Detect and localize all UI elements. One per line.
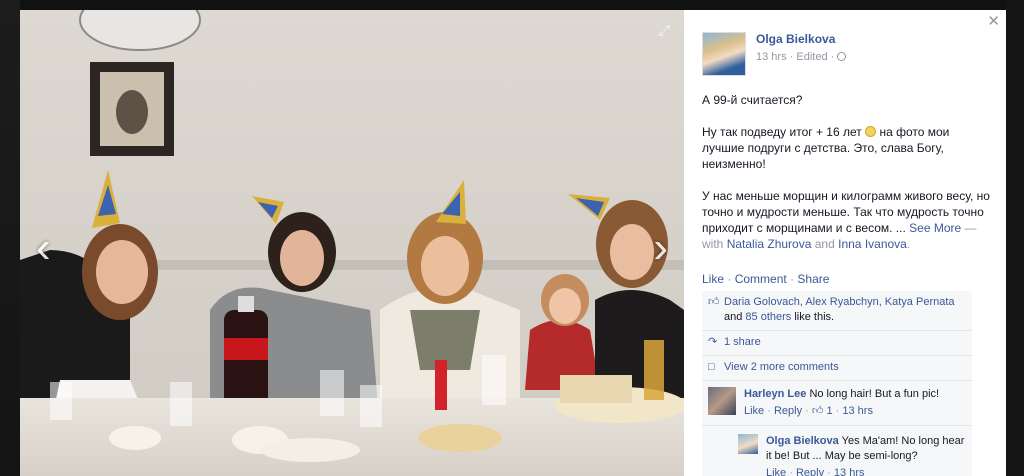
comment-timestamp[interactable]: 13 hrs [842, 405, 873, 417]
edited-label[interactable]: Edited [796, 51, 827, 63]
comment-like-count-icon[interactable]: 👍︎ [812, 405, 824, 417]
likes-and-label: and [724, 311, 743, 323]
next-photo-arrow-icon[interactable]: › [653, 226, 668, 270]
likes-summary: 👍︎ Daria Golovach, Alex Ryabchyn, Katya … [702, 291, 972, 331]
reply-item: Olga Bielkova Yes Ma'am! No long hear it… [738, 434, 972, 476]
post-paragraph-2: Ну так подведу итог + 16 лет на фото мои… [702, 124, 992, 172]
reply-author-name-link[interactable]: Olga Bielkova [766, 435, 839, 447]
meta-separator: · [767, 405, 774, 417]
comment-content: Harleyn Lee No long hair! But a fun pic!… [744, 387, 939, 419]
meta-separator: · [789, 467, 796, 476]
likers-names-link[interactable]: Daria Golovach, Alex Ryabchyn, Katya Per… [724, 296, 955, 308]
reply-like-link[interactable]: Like [766, 467, 786, 476]
reply-meta: Like · Reply · 13 hrs [766, 466, 966, 476]
comment-reply-link[interactable]: Reply [774, 405, 802, 417]
post-meta: 13 hrs · Edited · [756, 51, 847, 63]
likes-suffix: like this. [794, 311, 835, 323]
meta-separator: · [830, 51, 838, 63]
tagged-friend-2[interactable]: Inna Ivanova [838, 237, 907, 251]
feedback-box: 👍︎ Daria Golovach, Alex Ryabchyn, Katya … [702, 291, 972, 476]
commenter-avatar[interactable] [708, 387, 736, 415]
reply-content: Olga Bielkova Yes Ma'am! No long hear it… [766, 434, 966, 476]
comment-bubble-icon: □ [708, 361, 715, 373]
meta-separator: · [805, 405, 812, 417]
shares-count-link[interactable]: 1 share [724, 335, 966, 350]
background-page-right [1006, 0, 1024, 476]
tagged-period: . [906, 237, 911, 251]
like-action[interactable]: Like [702, 272, 724, 286]
see-more-link[interactable]: See More [909, 221, 961, 235]
tagged-friend-1[interactable]: Natalia Zhurova [727, 237, 812, 251]
likes-others-link[interactable]: 85 others [745, 311, 791, 323]
close-icon[interactable]: ✕ [987, 12, 1000, 30]
post-timestamp[interactable]: 13 hrs [756, 51, 787, 63]
comment-text: No long hair! But a fun pic! [809, 388, 940, 400]
audience-globe-icon[interactable] [837, 52, 847, 61]
photo-stage: ‹ › ⤢ [20, 10, 684, 476]
tagged-and-label: and [814, 237, 835, 251]
shares-row: ↷ 1 share [702, 331, 972, 356]
post-paragraph-1: А 99-й считается? [702, 93, 803, 107]
reply-author-avatar[interactable] [738, 434, 758, 454]
post-side-panel: ✕ Olga Bielkova 13 hrs · Edited · А 99-й… [684, 10, 1006, 476]
comment-action[interactable]: Comment [735, 272, 787, 286]
view-more-comments-link[interactable]: View 2 more comments [724, 360, 966, 375]
post-body: А 99-й считается? Ну так подведу итог + … [702, 92, 992, 268]
fullscreen-expand-icon[interactable]: ⤢ [659, 22, 670, 39]
comment-item: Harleyn Lee No long hair! But a fun pic!… [702, 381, 972, 426]
meta-separator: · [827, 467, 834, 476]
thumbs-up-icon: 👍︎ [708, 296, 720, 308]
comment-meta: Like · Reply · 👍︎ 1 · 13 hrs [744, 404, 939, 419]
author-info: Olga Bielkova 13 hrs · Edited · [756, 32, 847, 76]
comment-like-link[interactable]: Like [744, 405, 764, 417]
view-more-comments-row: □ View 2 more comments [702, 356, 972, 381]
reply-reply-link[interactable]: Reply [796, 467, 824, 476]
photo [20, 10, 684, 476]
author-avatar[interactable] [702, 32, 746, 76]
comment-like-count[interactable]: 1 [826, 405, 832, 417]
smiley-emoticon-icon [865, 126, 877, 137]
previous-photo-arrow-icon[interactable]: ‹ [36, 226, 51, 270]
reply-thread: Olga Bielkova Yes Ma'am! No long hear it… [738, 426, 972, 476]
post-paragraph-2-text-a: Ну так подведу итог + 16 лет [702, 125, 862, 139]
reply-timestamp[interactable]: 13 hrs [834, 467, 865, 476]
author-name-link[interactable]: Olga Bielkova [756, 32, 846, 46]
post-actions: Like · Comment · Share [702, 272, 829, 286]
likes-summary-text: Daria Golovach, Alex Ryabchyn, Katya Per… [724, 295, 966, 325]
share-action[interactable]: Share [797, 272, 829, 286]
post-author: Olga Bielkova 13 hrs · Edited · [702, 32, 847, 76]
post-paragraph-3: У нас меньше морщин и килограмм живого в… [702, 188, 992, 252]
background-page-left [0, 0, 20, 476]
share-arrow-icon: ↷ [708, 336, 718, 348]
commenter-name-link[interactable]: Harleyn Lee [744, 388, 806, 400]
action-separator: · [727, 272, 735, 286]
